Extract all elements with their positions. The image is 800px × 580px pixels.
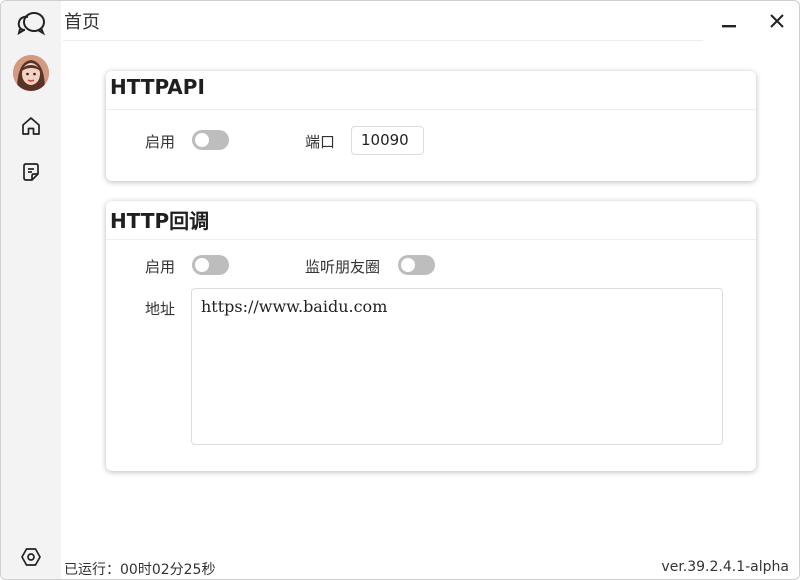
address-label: 地址 (145, 300, 176, 318)
port-label: 端口 (305, 133, 336, 151)
callback-enable-label: 启用 (145, 258, 176, 276)
httpapi-card: HTTPAPI 启用 端口 10090 (106, 71, 756, 181)
home-icon[interactable] (1, 113, 61, 139)
callback-enable-toggle[interactable] (192, 255, 229, 275)
page-title: 首页 (64, 12, 100, 33)
sidebar (1, 1, 61, 579)
app-window: 首页 HTTPAPI 启用 端口 10090 HTTP回调 启用 监听朋友圈 地… (0, 0, 800, 580)
httpapi-enable-toggle[interactable] (192, 130, 229, 150)
minimize-button[interactable] (717, 9, 741, 33)
http-callback-card-title: HTTP回调 (110, 209, 210, 233)
minimize-icon (722, 25, 736, 28)
listen-moments-label: 监听朋友圈 (305, 258, 381, 276)
card-divider (106, 109, 756, 110)
port-input[interactable]: 10090 (351, 126, 424, 155)
chat-bubbles-icon (1, 7, 61, 39)
listen-moments-toggle[interactable] (398, 255, 435, 275)
card-divider (106, 239, 756, 240)
toggle-knob (401, 258, 415, 272)
avatar[interactable] (1, 55, 61, 91)
settings-hexagon-icon[interactable] (1, 544, 61, 570)
version-label: ver.39.2.4.1-alpha (661, 559, 789, 575)
httpapi-card-title: HTTPAPI (110, 75, 205, 99)
uptime-status: 已运行：00时02分25秒 (64, 562, 216, 578)
close-icon (770, 14, 784, 28)
address-textarea[interactable]: https://www.baidu.com (191, 288, 723, 445)
toggle-knob (195, 258, 209, 272)
close-button[interactable] (765, 9, 789, 33)
title-divider (63, 40, 703, 41)
note-icon[interactable] (1, 159, 61, 185)
httpapi-enable-label: 启用 (145, 133, 176, 151)
toggle-knob (195, 133, 209, 147)
http-callback-card: HTTP回调 启用 监听朋友圈 地址 https://www.baidu.com (106, 201, 756, 471)
